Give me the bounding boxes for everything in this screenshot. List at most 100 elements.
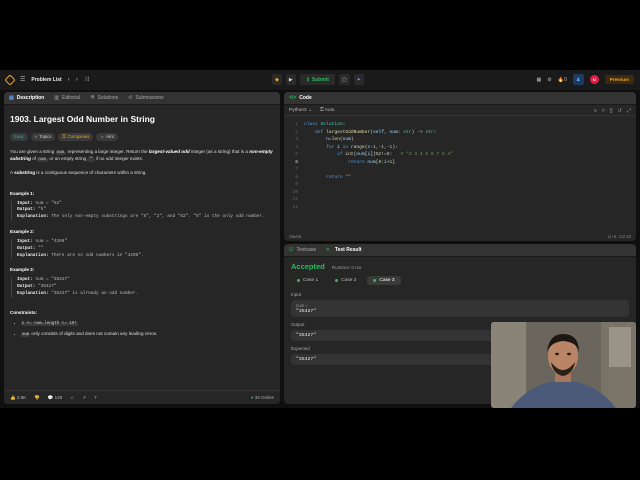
result-summary: Accepted Runtime: 0 ms — [284, 257, 636, 276]
tab-testcase[interactable]: ☑ Testcase — [289, 247, 316, 253]
help-button[interactable]: ? — [94, 395, 97, 400]
tab-editorial[interactable]: ▥ Editorial — [54, 95, 80, 101]
auto-toggle[interactable]: ⚿ Auto — [320, 107, 335, 113]
example-heading: Example 1: — [10, 190, 35, 196]
case-tab-1[interactable]: Case 1 — [291, 276, 324, 285]
constraint-item: num only consists of digits and does not… — [14, 331, 274, 338]
pass-dot-icon — [297, 279, 300, 282]
settings-icon[interactable]: ⚙ — [547, 77, 551, 83]
code-line: 8 return "" — [295, 174, 351, 180]
layout-icon[interactable]: ▦ — [537, 77, 542, 83]
description-footer: 👍 2.6K 👎 💬 148 ☆ ↗ ? ● 39 Online — [4, 390, 280, 404]
upload-icon: ⇪ — [305, 76, 310, 83]
code-editor[interactable]: 1 class Solution: 2 def largestOddNumber(… — [284, 116, 636, 211]
list-icon[interactable]: ☰ — [20, 77, 25, 83]
tag-icon: ⌂ — [34, 133, 38, 139]
tab-solutions[interactable]: ⚗ Solutions — [90, 95, 118, 101]
braces-icon[interactable]: {} — [609, 108, 612, 114]
topics-tag[interactable]: ⌂ Topics — [30, 132, 56, 142]
case-tab-3[interactable]: Case 3 — [367, 276, 401, 285]
description-panel: ▤ Description ▥ Editorial ⚗ Solutions ↺ Subm… — [4, 92, 280, 404]
code-line: 5 if int(num[i])% 2 != 0: # "2 3 4 5 8 7 6 … — [295, 152, 453, 157]
code-line: 11 — [292, 197, 298, 202]
code-line: 10 — [292, 189, 298, 195]
history-icon: ↺ — [128, 95, 133, 101]
code-line: 3 n = len(num) — [295, 137, 354, 142]
code-status-bar: Saved Ln 6, Col 34 — [284, 231, 636, 241]
pass-dot-icon — [373, 279, 377, 282]
example-heading: Example 3: — [10, 267, 35, 273]
premium-button[interactable]: Premium — [604, 75, 634, 84]
logo-icon[interactable] — [4, 74, 16, 86]
book-icon: ▥ — [54, 95, 59, 101]
debug-button[interactable]: ◆ — [272, 74, 282, 85]
test-tabs: ☑ Testcase >_ Test Result — [284, 244, 636, 257]
problem-description: 1903. Largest Odd Number in String Easy … — [4, 105, 280, 350]
code-line: 1 class Solution: — [295, 122, 346, 127]
code-tabs: </> Code — [284, 92, 636, 105]
example-heading: Example 2: — [10, 229, 35, 235]
checkbox-icon: ☑ — [289, 247, 294, 253]
example-block: Input: num = "35427" Output: "35427" Exp… — [11, 277, 274, 298]
bookmark-icon[interactable]: ⌑ — [602, 108, 605, 114]
problem-list-link[interactable]: Problem List — [31, 77, 61, 83]
status-badge: Accepted — [291, 262, 325, 271]
webcam-overlay — [491, 322, 636, 408]
expand-icon[interactable]: ⤢ — [627, 108, 631, 114]
extension-icon[interactable]: ♟ — [572, 74, 584, 85]
code-line: 2 def largestOddNumber(self, num: str) -… — [295, 129, 437, 135]
code-panel: </> Code Python3 ⌄ ⚿ Auto ≡ ⌑ {} ↺ ⤢ 1 cla… — [284, 92, 636, 241]
favorite-button[interactable]: ☆ — [70, 395, 74, 401]
online-dot-icon: ● — [250, 395, 254, 400]
constraints-list: 1 <= num.length <= 10⁵ num only consists… — [10, 320, 274, 339]
example-block: Input: num = "52" Output: "5" Explanatio… — [11, 200, 274, 222]
lock-icon: ⚿ — [319, 108, 324, 113]
bug-icon: ◆ — [275, 76, 279, 83]
case-tab-2[interactable]: Case 2 — [329, 276, 362, 285]
format-icon[interactable]: ≡ — [594, 108, 597, 114]
top-nav: ☰ Problem List ‹ › ⤨ ◆ ▶ ⇪ Submit ▢ ✦ ▦ ⚙… — [0, 70, 640, 90]
share-button[interactable]: ↗ — [82, 395, 86, 401]
webcam-image — [491, 322, 636, 408]
hint-tag[interactable]: ☼ Hint — [96, 132, 118, 142]
code-line: 12 — [292, 204, 298, 210]
substring-definition: A substring is a contiguous sequence of … — [10, 169, 147, 175]
companies-tag[interactable]: ⚿ Companies — [58, 132, 94, 142]
tab-test-result[interactable]: >_ Test Result — [326, 247, 361, 253]
comments-button[interactable]: 💬 148 — [48, 395, 62, 401]
code-line: 7 — [295, 167, 298, 172]
run-button[interactable]: ▶ — [285, 74, 296, 85]
code-icon: </> — [289, 95, 297, 101]
like-button[interactable]: 👍 2.6K — [10, 395, 26, 401]
chevron-right-icon[interactable]: › — [76, 77, 78, 83]
tab-submissions[interactable]: ↺ Submissions — [128, 95, 164, 101]
streak-counter[interactable]: 🔥0 — [558, 77, 567, 83]
notes-button[interactable]: ▢ — [338, 74, 350, 85]
description-tabs: ▤ Description ▥ Editorial ⚗ Solutions ↺ Subm… — [4, 92, 280, 105]
avatar[interactable]: M — [589, 75, 599, 84]
chevron-down-icon: ⌄ — [307, 107, 312, 113]
shuffle-icon[interactable]: ⤨ — [84, 77, 89, 83]
sparkle-icon: ✦ — [356, 76, 361, 83]
tab-code[interactable]: </> Code — [289, 95, 312, 101]
share-icon: ↗ — [82, 394, 86, 400]
tab-description[interactable]: ▤ Description — [9, 95, 44, 101]
flask-icon: ⚗ — [90, 95, 95, 101]
dislike-button[interactable]: 👎 — [34, 395, 40, 401]
ai-button[interactable]: ✦ — [353, 74, 364, 85]
play-icon: ▶ — [288, 76, 293, 83]
thumbs-down-icon: 👎 — [34, 394, 40, 400]
submit-button[interactable]: ⇪ Submit — [299, 74, 335, 85]
input-box: num = "35427" — [291, 300, 629, 317]
reset-icon[interactable]: ↺ — [618, 108, 622, 114]
chevron-left-icon[interactable]: ‹ — [68, 77, 70, 83]
difficulty-badge: Easy — [10, 132, 28, 142]
input-label: Input — [291, 292, 302, 297]
code-toolbar-actions: ≡ ⌑ {} ↺ ⤢ — [594, 108, 631, 114]
runtime-label: Runtime: 0 ms — [331, 265, 362, 270]
constraints-heading: Constraints: — [10, 309, 38, 315]
problem-title[interactable]: 1903. Largest Odd Number in String — [10, 113, 274, 126]
online-count: ● 39 Online — [250, 395, 274, 400]
lock-icon: ⚿ — [62, 133, 66, 139]
language-select[interactable]: Python3 ⌄ — [289, 108, 312, 113]
